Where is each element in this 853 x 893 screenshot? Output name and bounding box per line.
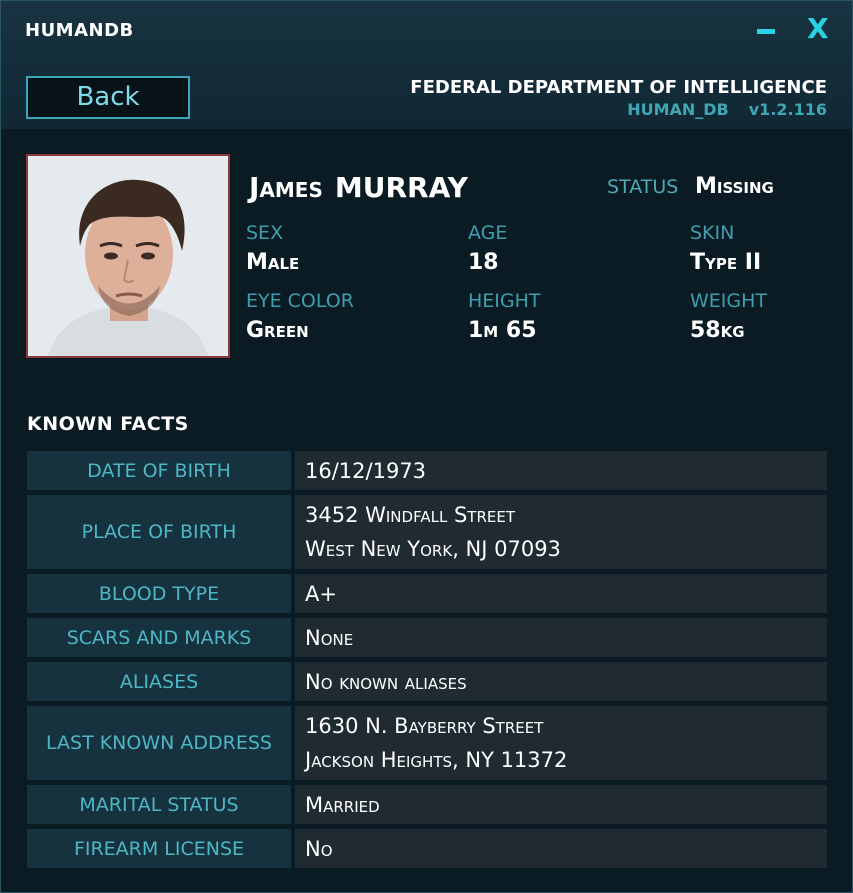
profile-photo xyxy=(26,154,230,358)
header-bar: HUMANDB X Back FEDERAL DEPARTMENT OF INT… xyxy=(1,1,852,129)
sex-value: Male xyxy=(246,250,300,275)
fact-value-line: A+ xyxy=(305,581,337,606)
app-title: HUMANDB xyxy=(25,20,134,41)
fact-label: BLOOD TYPE xyxy=(27,574,291,613)
age-label: AGE xyxy=(468,222,508,244)
minimize-icon[interactable] xyxy=(755,16,779,46)
fact-value: No xyxy=(295,829,827,868)
fact-value-line: 1630 N. Bayberry Street xyxy=(305,714,544,738)
fact-value-line: Married xyxy=(305,792,380,817)
fact-value-line: Jackson Heights, NY 11372 xyxy=(305,748,568,772)
first-name: James xyxy=(249,171,323,204)
table-row: BLOOD TYPE A+ xyxy=(27,574,827,613)
fact-value-line: West New York, NJ 07093 xyxy=(305,537,561,561)
fact-label: DATE OF BIRTH xyxy=(27,451,291,490)
table-row: LAST KNOWN ADDRESS 1630 N. Bayberry Stre… xyxy=(27,706,827,780)
fact-label: FIREARM LICENSE xyxy=(27,829,291,868)
table-row: MARITAL STATUS Married xyxy=(27,785,827,824)
fact-label: PLACE OF BIRTH xyxy=(27,495,291,569)
fact-value: 16/12/1973 xyxy=(295,451,827,490)
weight-value: 58kg xyxy=(690,318,745,343)
fact-value: Married xyxy=(295,785,827,824)
skin-value: Type II xyxy=(690,250,762,275)
status-value: Missing xyxy=(695,174,774,199)
height-value: 1m 65 xyxy=(468,318,537,343)
database-info: HUMAN_DB v1.2.116 xyxy=(607,100,827,119)
eye-color-value: Green xyxy=(246,318,309,343)
fact-value: No known aliases xyxy=(295,662,827,701)
fact-value-line: 3452 Windfall Street xyxy=(305,503,516,527)
last-name: MURRAY xyxy=(334,171,468,204)
sex-label: SEX xyxy=(246,222,284,244)
eye-color-label: EYE COLOR xyxy=(246,290,354,312)
organization-name: FEDERAL DEPARTMENT OF INTELLIGENCE xyxy=(410,77,827,98)
fact-value: None xyxy=(295,618,827,657)
fact-label: MARITAL STATUS xyxy=(27,785,291,824)
fact-value: 1630 N. Bayberry Street Jackson Heights, … xyxy=(295,706,827,780)
back-button[interactable]: Back xyxy=(26,76,190,119)
table-row: PLACE OF BIRTH 3452 Windfall Street West … xyxy=(27,495,827,569)
skin-label: SKIN xyxy=(690,222,735,244)
facts-table: DATE OF BIRTH 16/12/1973 PLACE OF BIRTH … xyxy=(27,451,827,873)
table-row: SCARS AND MARKS None xyxy=(27,618,827,657)
table-row: DATE OF BIRTH 16/12/1973 xyxy=(27,451,827,490)
fact-label: LAST KNOWN ADDRESS xyxy=(27,706,291,780)
app-window: HUMANDB X Back FEDERAL DEPARTMENT OF INT… xyxy=(0,0,853,893)
fact-value-line: 16/12/1973 xyxy=(305,458,427,483)
status-label: STATUS xyxy=(607,176,679,198)
fact-value: 3452 Windfall Street West New York, NJ 07… xyxy=(295,495,827,569)
fact-value-line: No xyxy=(305,836,333,861)
table-row: FIREARM LICENSE No xyxy=(27,829,827,868)
age-value: 18 xyxy=(468,250,499,275)
fact-value-line: No known aliases xyxy=(305,669,467,694)
version-label: v1.2.116 xyxy=(748,100,827,119)
fact-label: ALIASES xyxy=(27,662,291,701)
database-name: HUMAN_DB xyxy=(627,100,729,119)
known-facts-heading: KNOWN FACTS xyxy=(27,413,189,435)
close-icon[interactable]: X xyxy=(807,11,829,47)
fact-value: A+ xyxy=(295,574,827,613)
subject-name: James MURRAY xyxy=(249,171,468,204)
weight-label: WEIGHT xyxy=(690,290,768,312)
fact-value-line: None xyxy=(305,625,354,650)
height-label: HEIGHT xyxy=(468,290,541,312)
fact-label: SCARS AND MARKS xyxy=(27,618,291,657)
table-row: ALIASES No known aliases xyxy=(27,662,827,701)
